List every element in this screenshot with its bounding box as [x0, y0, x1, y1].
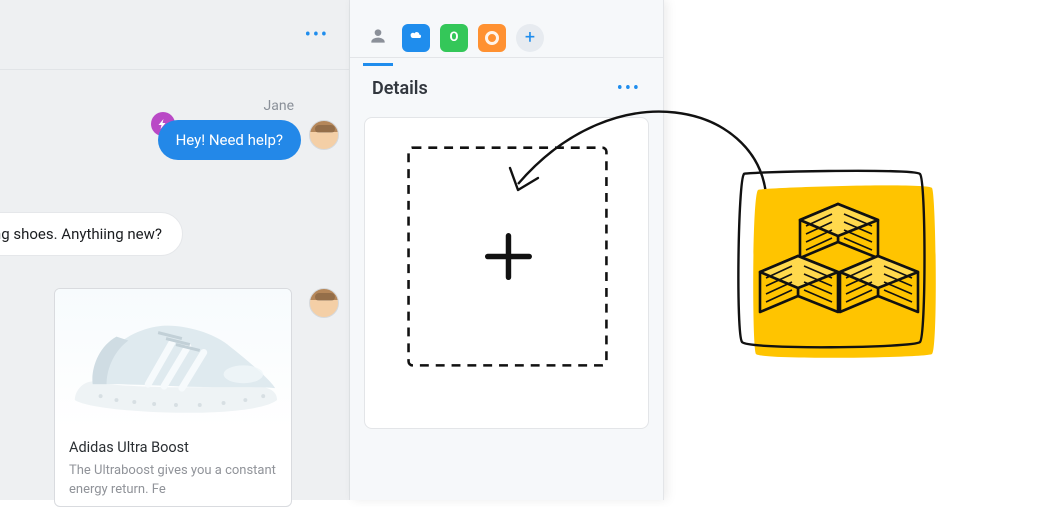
product-title: Adidas Ultra Boost	[69, 439, 277, 456]
app-tabs: O +	[350, 0, 663, 58]
add-app-button[interactable]: +	[516, 24, 544, 52]
chat-header: •••	[0, 0, 349, 70]
outgoing-message-text: Hey! Need help?	[176, 131, 283, 149]
tab-green-letter: O	[450, 30, 459, 45]
product-description: The Ultraboost gives you a constant ener…	[69, 462, 277, 500]
details-header: Details •••	[350, 58, 663, 113]
tab-salesforce[interactable]	[402, 24, 430, 52]
avatar[interactable]	[309, 288, 339, 318]
tab-person[interactable]	[364, 24, 392, 52]
app-package-illustration	[730, 164, 946, 374]
tab-app-orange[interactable]	[478, 24, 506, 52]
details-column: O + Details •••	[350, 0, 664, 500]
chat-header-menu[interactable]: •••	[305, 24, 329, 45]
avatar[interactable]	[309, 120, 339, 150]
outgoing-message-bubble[interactable]: Hey! Need help?	[158, 120, 301, 160]
product-card[interactable]: Adidas Ultra Boost The Ultraboost gives …	[54, 288, 292, 507]
incoming-message-bubble[interactable]: ning shoes. Anythiing new?	[0, 212, 183, 256]
person-icon	[368, 26, 388, 50]
details-title: Details	[372, 78, 428, 99]
plus-icon: +	[525, 27, 535, 48]
drop-target-illustration	[365, 118, 648, 427]
product-image	[55, 289, 291, 429]
cloud-icon	[408, 28, 424, 47]
tab-app-green[interactable]: O	[440, 24, 468, 52]
sender-name: Jane	[264, 98, 295, 114]
product-card-body: Adidas Ultra Boost The Ultraboost gives …	[55, 429, 291, 506]
incoming-message-text: ning shoes. Anythiing new?	[0, 225, 162, 243]
ring-icon	[485, 31, 499, 45]
details-menu[interactable]: •••	[617, 78, 641, 99]
chat-column: ••• Jane Hey! Need help? ning shoes. Any…	[0, 0, 350, 500]
drop-target-card[interactable]	[364, 117, 649, 429]
